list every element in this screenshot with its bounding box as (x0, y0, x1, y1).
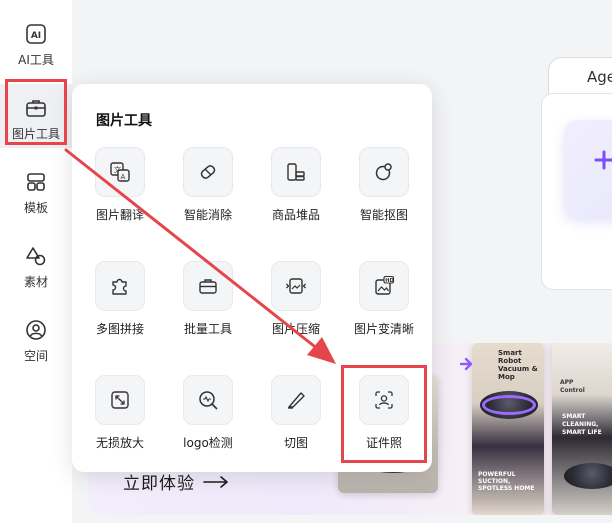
compress-icon (286, 278, 306, 294)
highlight-box-id-photo (341, 365, 427, 463)
highlight-box-image-tools (5, 79, 67, 145)
tool-logo-detect[interactable]: logo检测 (167, 375, 249, 475)
tool-image-compress[interactable]: 图片压缩 (255, 261, 337, 361)
tool-tile (183, 261, 233, 311)
tool-multi-image-splice[interactable]: 多图拼接 (79, 261, 161, 361)
tool-label: 智能抠图 (359, 208, 408, 222)
tool-tile: 文A (95, 147, 145, 197)
tool-tile (359, 147, 409, 197)
tool-batch-tools[interactable]: 批量工具 (167, 261, 249, 361)
logo-detect-icon (199, 391, 218, 410)
hd-image-icon: HD (375, 275, 395, 295)
promo-image: Smart Robot Vacuum & Mop POWERFUL SUCTIO… (472, 343, 544, 515)
sidebar-item-materials[interactable]: 素材 (0, 232, 72, 296)
tool-slice[interactable]: 切图 (255, 375, 337, 475)
tool-label: 图片翻译 (95, 208, 144, 222)
ai-icon: AI (24, 22, 48, 46)
sidebar-item-space[interactable]: 空间 (0, 306, 72, 370)
sidebar-item-label: 模板 (23, 201, 48, 215)
tool-label: 切图 (283, 436, 308, 450)
sidebar-item-label: 空间 (23, 349, 48, 363)
svg-text:HD: HD (385, 278, 393, 284)
tool-label: 批量工具 (183, 322, 232, 336)
arrow-right-icon (459, 357, 473, 371)
svg-text:AI: AI (31, 31, 41, 41)
promo-text: Smart Robot Vacuum & Mop (498, 349, 538, 381)
tool-tile (183, 375, 233, 425)
tool-tile (95, 375, 145, 425)
tool-label: 图片变清晰 (353, 322, 414, 336)
create-agent-tile[interactable] (564, 120, 612, 218)
sidebar-item-ai-tools[interactable]: AI AI工具 (0, 10, 72, 74)
knife-icon (288, 392, 305, 409)
tool-tile (271, 147, 321, 197)
image-translate-icon: 文A (110, 162, 130, 182)
expand-icon (111, 391, 129, 409)
sidebar-item-label: 素材 (23, 275, 48, 289)
tool-product-stack[interactable]: 商品堆品 (255, 147, 337, 247)
sidebar-item-label: AI工具 (18, 53, 54, 67)
shapes-icon (24, 244, 48, 268)
batch-toolbox-icon (199, 279, 217, 294)
tool-smart-erase[interactable]: 智能消除 (167, 147, 249, 247)
product-stack-icon (287, 163, 305, 181)
eraser-icon (200, 165, 216, 179)
agent-tab[interactable]: Age (548, 57, 612, 97)
user-space-icon (24, 318, 48, 342)
agent-panel (541, 93, 612, 290)
tool-lossless-upscale[interactable]: 无损放大 (79, 375, 161, 475)
arrow-right-icon (203, 475, 228, 488)
promo-text: POWERFUL SUCTION, SPOTLESS HOME (478, 471, 535, 492)
tool-smart-cutout[interactable]: 智能抠图 (343, 147, 425, 247)
tool-tile (95, 261, 145, 311)
tool-label: 图片压缩 (271, 322, 320, 336)
plus-icon (594, 150, 612, 170)
tool-tile (271, 261, 321, 311)
tool-label: 商品堆品 (271, 208, 320, 222)
tool-label: 智能消除 (183, 208, 232, 222)
puzzle-icon (112, 278, 127, 295)
tool-label: 无损放大 (95, 436, 144, 450)
tool-image-translate[interactable]: 文A 图片翻译 (79, 147, 161, 247)
promo-image: APP Control SMART CLEANING, SMART LIFE (552, 343, 612, 515)
tool-tile (271, 375, 321, 425)
sidebar-item-templates[interactable]: 模板 (0, 158, 72, 222)
agent-tab-label: Age (587, 68, 612, 86)
tool-tile: HD (359, 261, 409, 311)
svg-text:A: A (121, 173, 126, 181)
promo-text: SMART CLEANING, SMART LIFE (562, 413, 602, 436)
tool-tile (183, 147, 233, 197)
promo-text: APP Control (560, 379, 585, 394)
cutout-icon (375, 163, 392, 181)
tool-image-enhance[interactable]: HD 图片变清晰 (343, 261, 425, 361)
tool-label: 多图拼接 (95, 322, 144, 336)
tool-label: logo检测 (183, 436, 233, 450)
popover-title: 图片工具 (96, 113, 152, 129)
template-icon (24, 170, 48, 194)
